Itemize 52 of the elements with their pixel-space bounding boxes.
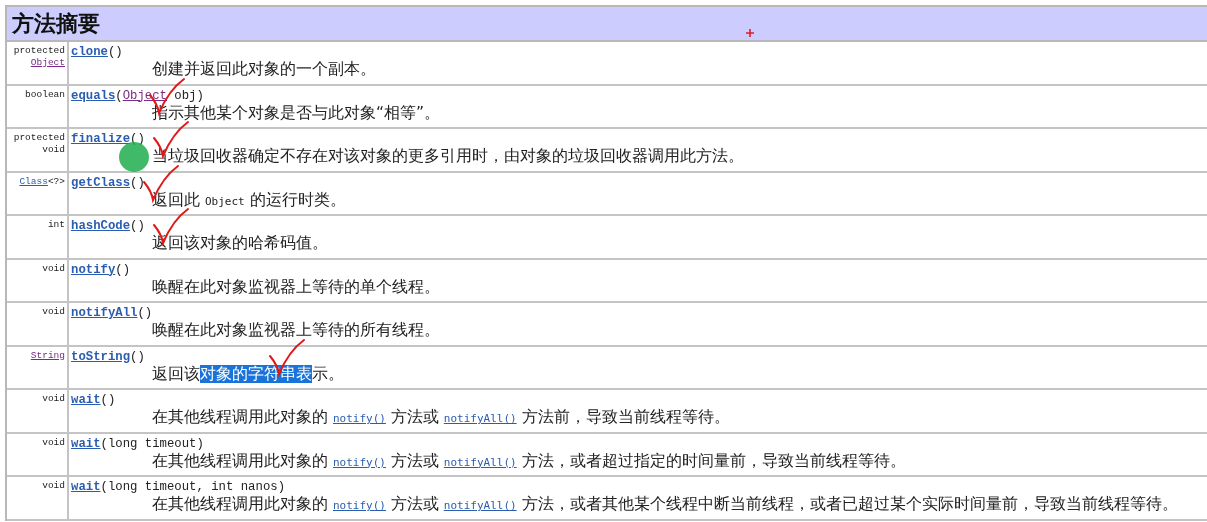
method-link[interactable]: toString bbox=[71, 349, 131, 364]
method-link[interactable]: notify() bbox=[332, 499, 386, 512]
method-params: () bbox=[107, 45, 123, 59]
method-link[interactable]: notifyAll() bbox=[443, 412, 517, 425]
type-text: int bbox=[47, 219, 65, 230]
type-text: void bbox=[42, 306, 65, 317]
method-link[interactable]: getClass bbox=[71, 175, 131, 190]
method-link[interactable]: hashCode bbox=[71, 219, 131, 233]
type-link[interactable]: Class bbox=[19, 175, 48, 187]
method-description: 唤醒在此对象监视器上等待的单个线程。 bbox=[152, 276, 440, 297]
type-text: void bbox=[42, 144, 65, 155]
method-link[interactable]: notifyAll bbox=[71, 306, 138, 320]
method-params: () bbox=[100, 393, 116, 407]
method-link[interactable]: finalize bbox=[71, 132, 131, 146]
method-params: () bbox=[130, 175, 145, 190]
method-params: () bbox=[130, 219, 145, 233]
method-params: (long timeout) bbox=[100, 436, 204, 451]
method-params: (long timeout, int nanos) bbox=[100, 480, 285, 494]
method-description: 在其他线程调用此对象的 notify() 方法或 notifyAll() 方法前，导致当前线程等待。 bbox=[152, 407, 730, 428]
method-params: ( bbox=[115, 88, 123, 103]
method-link[interactable]: wait bbox=[71, 480, 101, 494]
method-link[interactable]: equals bbox=[71, 88, 116, 103]
type-text: void bbox=[42, 480, 65, 491]
method-link[interactable]: clone bbox=[71, 45, 108, 59]
method-link[interactable]: notifyAll() bbox=[443, 499, 517, 512]
method-params: obj) bbox=[173, 88, 204, 103]
type-text: protected bbox=[13, 132, 65, 143]
method-description: 在其他线程调用此对象的 notify() 方法或 notifyAll() 方法，或者超过指定的时间量前，导致当前线程等待。 bbox=[152, 450, 906, 472]
type-link[interactable]: String bbox=[30, 349, 65, 361]
type-text: boolean bbox=[25, 88, 65, 100]
method-params: () bbox=[137, 306, 153, 320]
method-link[interactable]: notify() bbox=[332, 455, 386, 469]
type-text: protected bbox=[13, 45, 65, 56]
method-link[interactable]: wait bbox=[71, 393, 101, 407]
method-params: () bbox=[130, 349, 145, 364]
type-text: void bbox=[42, 262, 65, 274]
method-link[interactable]: notify() bbox=[332, 412, 386, 425]
type-text: void bbox=[42, 436, 65, 448]
section-title: 方法摘要 bbox=[12, 8, 100, 38]
method-description: 创建并返回此对象的一个副本。 bbox=[152, 59, 376, 79]
method-description: 返回此 Object 的运行时类。 bbox=[152, 189, 346, 211]
type-text: <?> bbox=[47, 175, 65, 187]
method-link[interactable]: notifyAll() bbox=[443, 455, 517, 469]
method-link[interactable]: wait bbox=[71, 436, 101, 451]
method-link[interactable]: notify bbox=[71, 262, 116, 277]
type-link[interactable]: Object bbox=[30, 57, 65, 68]
method-params: () bbox=[130, 132, 145, 146]
method-description: 唤醒在此对象监视器上等待的所有线程。 bbox=[152, 320, 440, 340]
type-text: void bbox=[42, 393, 65, 404]
type-link[interactable]: Object bbox=[122, 88, 167, 103]
method-params: () bbox=[115, 262, 131, 277]
method-description: 在其他线程调用此对象的 notify() 方法或 notifyAll() 方法，或者其他某个线程中断当前线程，或者已超过某个实际时间量前，导致当前线程等待。 bbox=[152, 494, 1178, 515]
